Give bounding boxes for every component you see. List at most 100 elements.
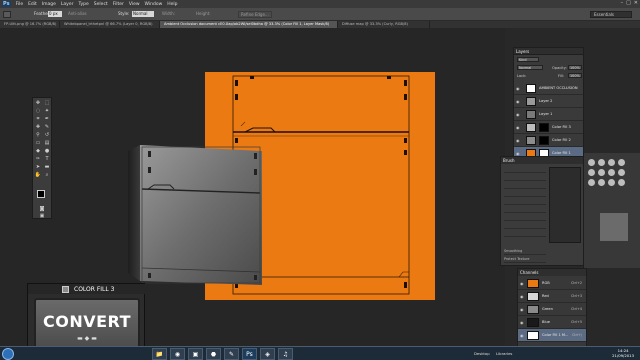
taskbar-app-icon[interactable]: ♫ (278, 348, 293, 360)
refine-edge-button[interactable]: Refine Edge... (238, 11, 272, 18)
convert-button[interactable]: CONVERT ▬ ◆ ▬ (34, 298, 140, 350)
visibility-eye-icon[interactable]: ◉ (516, 138, 520, 143)
brush-option-row[interactable] (504, 191, 546, 197)
taskbar-chrome-icon[interactable]: ◉ (170, 348, 185, 360)
fill-input[interactable]: 100% (568, 73, 582, 78)
clone-stamp-icon[interactable]: ⚲ (34, 132, 42, 139)
foreground-color-swatch[interactable] (37, 190, 45, 198)
menu-view[interactable]: View (129, 2, 140, 7)
brush-option-row[interactable] (504, 167, 546, 173)
eyedropper-icon[interactable]: ✒ (43, 116, 51, 123)
visibility-eye-icon[interactable]: ◉ (520, 333, 524, 338)
layer-row[interactable]: ◉ Layer 1 (514, 108, 583, 121)
brush-option-row[interactable] (504, 199, 546, 205)
channel-row-selected[interactable]: ◉ Color Fill 1 M... Ctrl+\ (518, 329, 586, 342)
brush-preset-icon[interactable] (608, 179, 615, 186)
visibility-eye-icon[interactable]: ◉ (520, 320, 524, 325)
move-tool-icon[interactable]: ✥ (34, 100, 42, 107)
tab-document-4[interactable]: Diffuse map @ 33.3% (Curly, RGB/8) (338, 21, 430, 28)
visibility-eye-icon[interactable]: ◉ (520, 281, 524, 286)
layer-row[interactable]: ◉ Color Fill 2 (514, 134, 583, 147)
style-select[interactable]: Normal (132, 11, 154, 17)
brush-preset-icon[interactable] (598, 159, 605, 166)
pen-tool-icon[interactable]: ✑ (34, 156, 42, 163)
magic-wand-icon[interactable]: ✦ (43, 108, 51, 115)
menu-type[interactable]: Type (78, 2, 88, 7)
layer-row[interactable]: ◉ AMBIENT OCCLUSION (514, 82, 583, 95)
visibility-eye-icon[interactable]: ◉ (516, 99, 520, 104)
layer-filter-kind[interactable]: Kind (517, 57, 539, 62)
brush-preset-icon[interactable] (588, 169, 595, 176)
system-clock[interactable]: 14:24 21/09/2013 (612, 348, 634, 358)
dodge-tool-icon[interactable]: ● (43, 148, 51, 155)
shape-tool-icon[interactable]: ▬ (43, 164, 51, 171)
feather-input[interactable]: 0 px (48, 11, 62, 17)
brush-preset-icon[interactable] (588, 159, 595, 166)
taskbar-app-icon[interactable]: ⬣ (206, 348, 221, 360)
visibility-eye-icon[interactable]: ◉ (520, 307, 524, 312)
channel-row[interactable]: ◉ RGB Ctrl+2 (518, 277, 586, 290)
brush-preset-icon[interactable] (618, 179, 625, 186)
brush-smoothing-row[interactable]: Smoothing (504, 249, 546, 255)
lasso-tool-icon[interactable]: ◌ (34, 108, 42, 115)
menu-layer[interactable]: Layer (61, 2, 74, 7)
opacity-input[interactable]: 100% (568, 65, 582, 70)
tab-document-1[interactable]: FP-Ultt.png @ 16.7% (RGB/8) (0, 21, 60, 28)
crop-tool-icon[interactable]: ⌗ (34, 116, 42, 123)
taskbar-explorer-icon[interactable]: 📁 (152, 348, 167, 360)
visibility-eye-icon[interactable]: ◉ (516, 86, 520, 91)
taskbar-app-icon[interactable]: ◈ (260, 348, 275, 360)
channel-row[interactable]: ◉ Red Ctrl+3 (518, 290, 586, 303)
brush-option-row[interactable] (504, 215, 546, 221)
blur-tool-icon[interactable]: ◆ (34, 148, 42, 155)
gradient-tool-icon[interactable]: ▤ (43, 140, 51, 147)
path-select-icon[interactable]: ➤ (34, 164, 42, 171)
brush-option-row[interactable] (504, 175, 546, 181)
menu-edit[interactable]: Edit (28, 2, 37, 7)
brush-protect-texture-row[interactable]: Protect Texture (504, 257, 546, 263)
brush-preset-icon[interactable] (618, 159, 625, 166)
taskbar-app-icon[interactable]: ▣ (188, 348, 203, 360)
antialias-checkbox[interactable]: Anti-alias (68, 11, 87, 16)
eraser-tool-icon[interactable]: ▭ (34, 140, 42, 147)
screen-mode-icon[interactable]: ▣ (38, 213, 46, 220)
tab-layers[interactable]: Layers (516, 49, 529, 54)
menu-window[interactable]: Window (145, 2, 163, 7)
toolbar-desktop[interactable]: Desktop (474, 351, 490, 356)
toolbar-libraries[interactable]: Libraries (496, 351, 512, 356)
start-button[interactable] (2, 348, 14, 360)
tab-document-3[interactable]: Ambient Occlusion document cE0.Xap/ob2WI… (160, 21, 338, 28)
brush-option-row[interactable] (504, 207, 546, 213)
brush-preset-icon[interactable] (598, 179, 605, 186)
channel-row[interactable]: ◉ Green Ctrl+4 (518, 303, 586, 316)
brush-option-row[interactable] (504, 223, 546, 229)
brush-preset-icon[interactable] (608, 169, 615, 176)
marquee-tool-icon[interactable]: ⬚ (43, 100, 51, 107)
channel-row[interactable]: ◉ Blue Ctrl+5 (518, 316, 586, 329)
layer-row[interactable]: ◉ Color Fill 3 (514, 121, 583, 134)
workspace-switcher[interactable]: Essentials (590, 11, 632, 18)
healing-brush-icon[interactable]: ✚ (34, 124, 42, 131)
tab-document-2[interactable]: Whitebpanel_trthetpnl @ 66.7% (Layer 0, … (60, 21, 160, 28)
tab-channels[interactable]: Channels (520, 270, 539, 275)
menu-file[interactable]: File (16, 2, 24, 7)
brush-preset-icon[interactable] (588, 179, 595, 186)
quick-mask-icon[interactable]: ◙ (38, 206, 46, 213)
visibility-eye-icon[interactable]: ◉ (516, 112, 520, 117)
visibility-eye-icon[interactable]: ◉ (520, 294, 524, 299)
menu-help[interactable]: Help (167, 2, 177, 7)
brush-option-row[interactable] (504, 183, 546, 189)
taskbar-app-icon[interactable]: ✎ (224, 348, 239, 360)
hand-tool-icon[interactable]: ✋ (34, 172, 42, 179)
maximize-button[interactable]: □ (626, 0, 631, 6)
brush-preset-icon[interactable] (608, 159, 615, 166)
marquee-tool-icon[interactable] (3, 11, 11, 18)
visibility-eye-icon[interactable]: ◉ (516, 125, 520, 130)
brush-preset-icon[interactable] (598, 169, 605, 176)
zoom-tool-icon[interactable]: ⌕ (43, 172, 51, 179)
menu-select[interactable]: Select (94, 2, 108, 7)
menu-image[interactable]: Image (42, 2, 56, 7)
layer-row[interactable]: ◉ Layer 2 (514, 95, 583, 108)
tab-brush[interactable]: Brush (503, 158, 515, 163)
brush-option-row[interactable] (504, 231, 546, 237)
